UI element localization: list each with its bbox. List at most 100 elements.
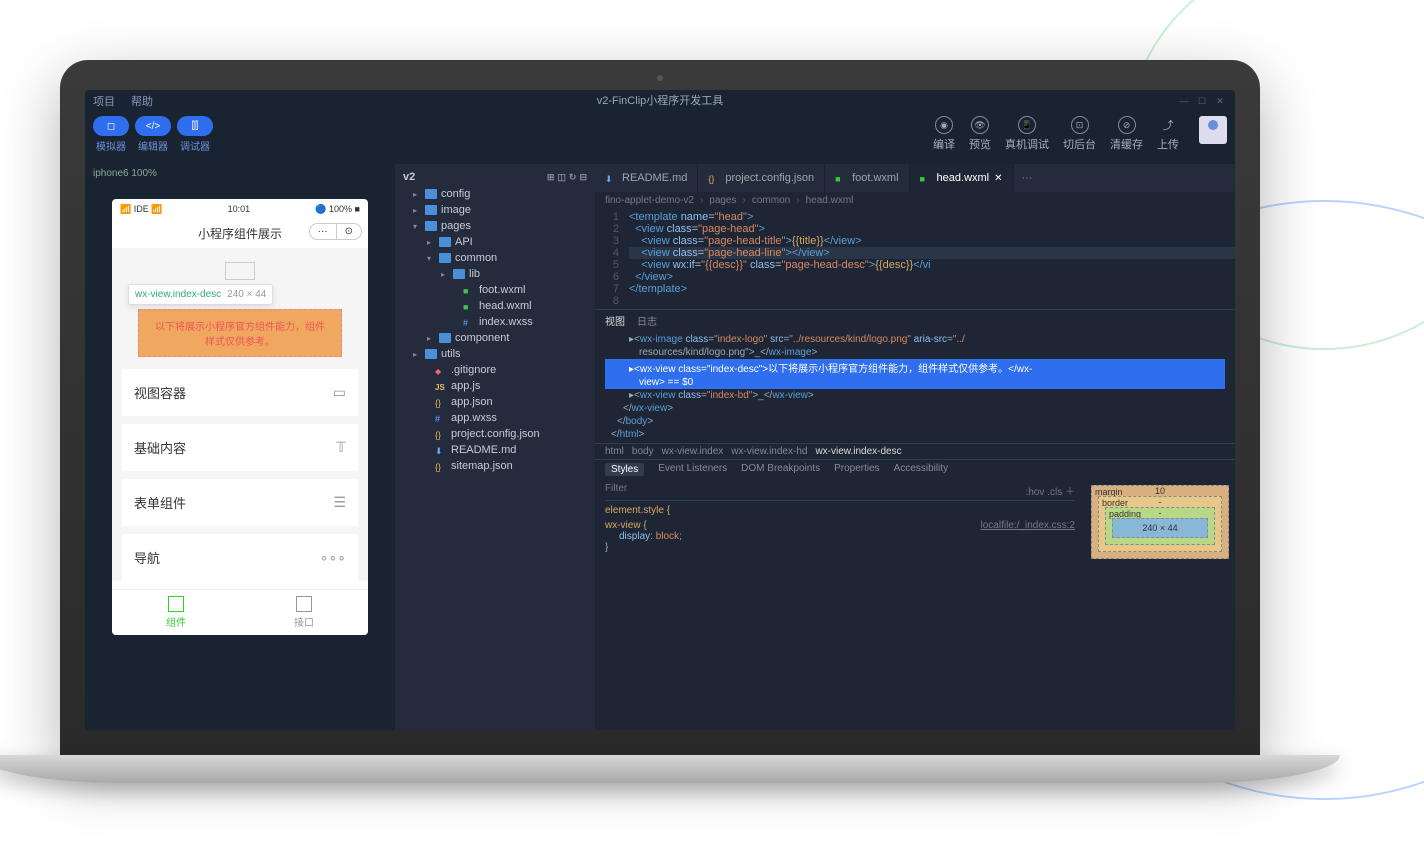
action-preview[interactable]: 👁预览 — [969, 116, 991, 152]
row-icon: ▭ — [333, 384, 346, 401]
menu-help[interactable]: 帮助 — [131, 93, 153, 109]
mode-debugger[interactable]: ⫿⫿调试器 — [177, 116, 213, 153]
laptop-frame: v2-FinClip小程序开发工具 项目 帮助 — ☐ ✕ ◻模拟器 </>编辑… — [60, 60, 1260, 783]
tree-item[interactable]: ▾common — [399, 250, 591, 266]
tree-item[interactable]: project.config.json — [399, 426, 591, 442]
tree-item[interactable]: ▸image — [399, 202, 591, 218]
row-icon: 𝕋 — [336, 439, 346, 456]
js-icon — [435, 381, 447, 391]
tree-item[interactable]: head.wxml — [399, 298, 591, 314]
tree-item[interactable]: .gitignore — [399, 362, 591, 378]
dom-breadcrumb[interactable]: htmlbodywx-view.indexwx-view.index-hdwx-… — [595, 443, 1235, 459]
phone-icon: ◻ — [107, 121, 115, 132]
filter-extras[interactable]: :hov .cls ＋ — [1026, 483, 1075, 498]
wxml-icon — [920, 173, 932, 183]
editor-tab[interactable]: project.config.json — [698, 164, 825, 192]
status-bar: 📶 IDE 📶10:01🔵 100% ■ — [112, 199, 368, 219]
refresh-icon[interactable]: ↻ — [569, 172, 577, 183]
folder-icon — [425, 349, 437, 359]
action-upload[interactable]: ⤴上传 — [1157, 116, 1179, 152]
camera — [657, 75, 663, 81]
list-item[interactable]: 导航∘∘∘ — [122, 534, 358, 581]
json-icon — [435, 461, 447, 471]
folder-icon — [439, 333, 451, 343]
folder-icon — [425, 221, 437, 231]
simulator-panel: iphone6 100% 📶 IDE 📶10:01🔵 100% ■ 小程序组件展… — [85, 164, 395, 730]
style-tab[interactable]: DOM Breakpoints — [741, 463, 820, 476]
devtools-tabs: 视图 日志 — [595, 310, 1235, 331]
json-icon — [435, 429, 447, 439]
code-icon: </> — [146, 121, 160, 132]
avatar[interactable] — [1199, 116, 1227, 144]
editor-panel: README.mdproject.config.jsonfoot.wxmlhea… — [595, 164, 1235, 730]
filter-input[interactable]: Filter — [605, 483, 627, 498]
new-folder-icon[interactable]: ◫ — [557, 172, 566, 183]
grid-icon — [168, 596, 184, 612]
tree-item[interactable]: ▸API — [399, 234, 591, 250]
editor-tab[interactable]: README.md — [595, 164, 698, 192]
list-item[interactable]: 视图容器▭ — [122, 369, 358, 416]
selected-desc[interactable]: 以下将展示小程序官方组件能力，组件样式仅供参考。 — [138, 309, 342, 357]
style-tab[interactable]: Event Listeners — [658, 463, 727, 476]
menu-project[interactable]: 项目 — [93, 93, 115, 109]
action-background[interactable]: ⊡切后台 — [1063, 116, 1096, 152]
more-icon[interactable]: ··· — [310, 224, 337, 239]
list-item[interactable]: 基础内容𝕋 — [122, 424, 358, 471]
debug-icon: ⫿⫿ — [192, 121, 198, 132]
maximize-icon[interactable]: ☐ — [1195, 96, 1209, 107]
action-clear[interactable]: ⊘清缓存 — [1110, 116, 1143, 152]
device-label[interactable]: iphone6 100% — [85, 164, 395, 183]
action-remote[interactable]: 📱真机调试 — [1005, 116, 1049, 152]
breadcrumb[interactable]: fino-applet-demo-v2›pages›common›head.wx… — [595, 192, 1235, 209]
tree-item[interactable]: ▸component — [399, 330, 591, 346]
inspector-tooltip: wx-view.index-desc240 × 44 — [128, 284, 273, 305]
close-icon[interactable]: ⊙ — [337, 224, 361, 239]
tree-item[interactable]: app.wxss — [399, 410, 591, 426]
topic-icon — [225, 262, 255, 280]
tree-item[interactable]: README.md — [399, 442, 591, 458]
tab-more[interactable]: ··· — [1014, 164, 1041, 192]
tree-item[interactable]: ▸lib — [399, 266, 591, 282]
row-icon: ☰ — [333, 494, 346, 511]
laptop-base — [0, 755, 1340, 783]
close-icon[interactable]: ✕ — [994, 173, 1002, 184]
mode-simulator[interactable]: ◻模拟器 — [93, 116, 129, 153]
styles-list[interactable]: Filter:hov .cls ＋ element.style {</span>… — [595, 479, 1085, 730]
close-icon[interactable]: ✕ — [1213, 96, 1227, 107]
dt-tab-view[interactable]: 视图 — [605, 313, 625, 328]
tree-item[interactable]: ▸utils — [399, 346, 591, 362]
tree-item[interactable]: app.json — [399, 394, 591, 410]
style-tab[interactable]: Properties — [834, 463, 880, 476]
editor-tab[interactable]: head.wxml✕ — [910, 164, 1014, 192]
wxss-icon — [435, 413, 447, 423]
tree-item[interactable]: ▸config — [399, 186, 591, 202]
editor-tab[interactable]: foot.wxml — [825, 164, 909, 192]
tab-component[interactable]: 组件 — [112, 590, 240, 635]
list-item[interactable]: 表单组件☰ — [122, 479, 358, 526]
tree-item[interactable]: sitemap.json — [399, 458, 591, 474]
folder-icon — [439, 253, 451, 263]
style-tab[interactable]: Accessibility — [894, 463, 948, 476]
tree-item[interactable]: app.js — [399, 378, 591, 394]
clear-icon: ⊘ — [1118, 116, 1136, 134]
dt-tab-log[interactable]: 日志 — [637, 313, 657, 328]
mode-editor[interactable]: </>编辑器 — [135, 116, 171, 153]
folder-icon — [425, 189, 437, 199]
tree-item[interactable]: ▾pages — [399, 218, 591, 234]
action-compile[interactable]: ◉编译 — [933, 116, 955, 152]
tree-root[interactable]: v2 ⊞◫↻⊟ — [399, 168, 591, 186]
tab-api[interactable]: 接口 — [240, 590, 368, 635]
folder-icon — [439, 237, 451, 247]
code-editor[interactable]: 1<template name="head">2 <view class="pa… — [595, 209, 1235, 309]
new-file-icon[interactable]: ⊞ — [547, 172, 555, 183]
dom-tree[interactable]: ▸<wx-image class="index-logo" src="../re… — [595, 331, 1235, 443]
json-icon — [708, 173, 720, 183]
preview-icon: 👁 — [971, 116, 989, 134]
style-tab[interactable]: Styles — [605, 463, 644, 476]
minimize-icon[interactable]: — — [1177, 96, 1191, 107]
tree-item[interactable]: foot.wxml — [399, 282, 591, 298]
collapse-icon[interactable]: ⊟ — [579, 172, 587, 183]
capsule[interactable]: ···⊙ — [309, 223, 362, 240]
phone-preview: 📶 IDE 📶10:01🔵 100% ■ 小程序组件展示 ···⊙ wx-vie… — [112, 199, 368, 635]
tree-item[interactable]: index.wxss — [399, 314, 591, 330]
